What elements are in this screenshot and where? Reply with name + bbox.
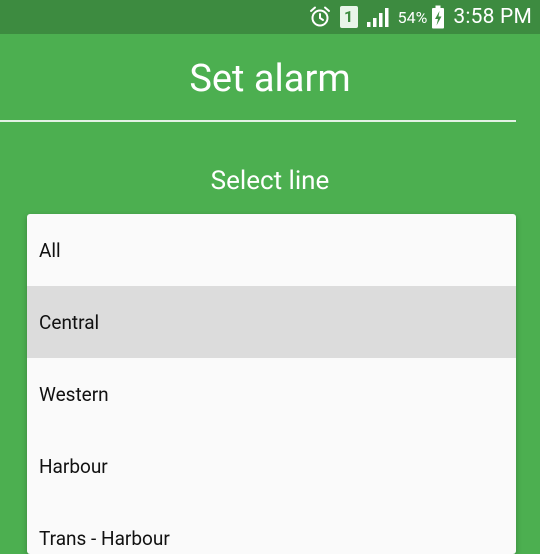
clock: 3:58 PM — [453, 5, 532, 29]
line-option-central[interactable]: Central — [27, 286, 516, 358]
sim-1-icon: 1 — [339, 6, 358, 28]
alarm-clock-icon — [308, 5, 332, 29]
status-bar: 1 54% 3:58 PM — [0, 0, 540, 34]
select-line-label: Select line — [210, 166, 330, 196]
page-title: Set alarm — [189, 57, 351, 101]
line-option-western[interactable]: Western — [27, 358, 516, 430]
line-dropdown-list[interactable]: All Central Western Harbour Trans - Harb… — [27, 214, 516, 554]
signal-icon — [366, 6, 390, 28]
header-divider — [0, 120, 516, 122]
status-icons: 1 54% 3:58 PM — [308, 0, 532, 34]
line-option-all[interactable]: All — [27, 214, 516, 286]
line-option-harbour[interactable]: Harbour — [27, 430, 516, 502]
battery-percent: 54% — [397, 7, 428, 27]
line-option-trans-harbour[interactable]: Trans - Harbour — [27, 502, 516, 554]
battery-charging-icon — [431, 5, 445, 29]
